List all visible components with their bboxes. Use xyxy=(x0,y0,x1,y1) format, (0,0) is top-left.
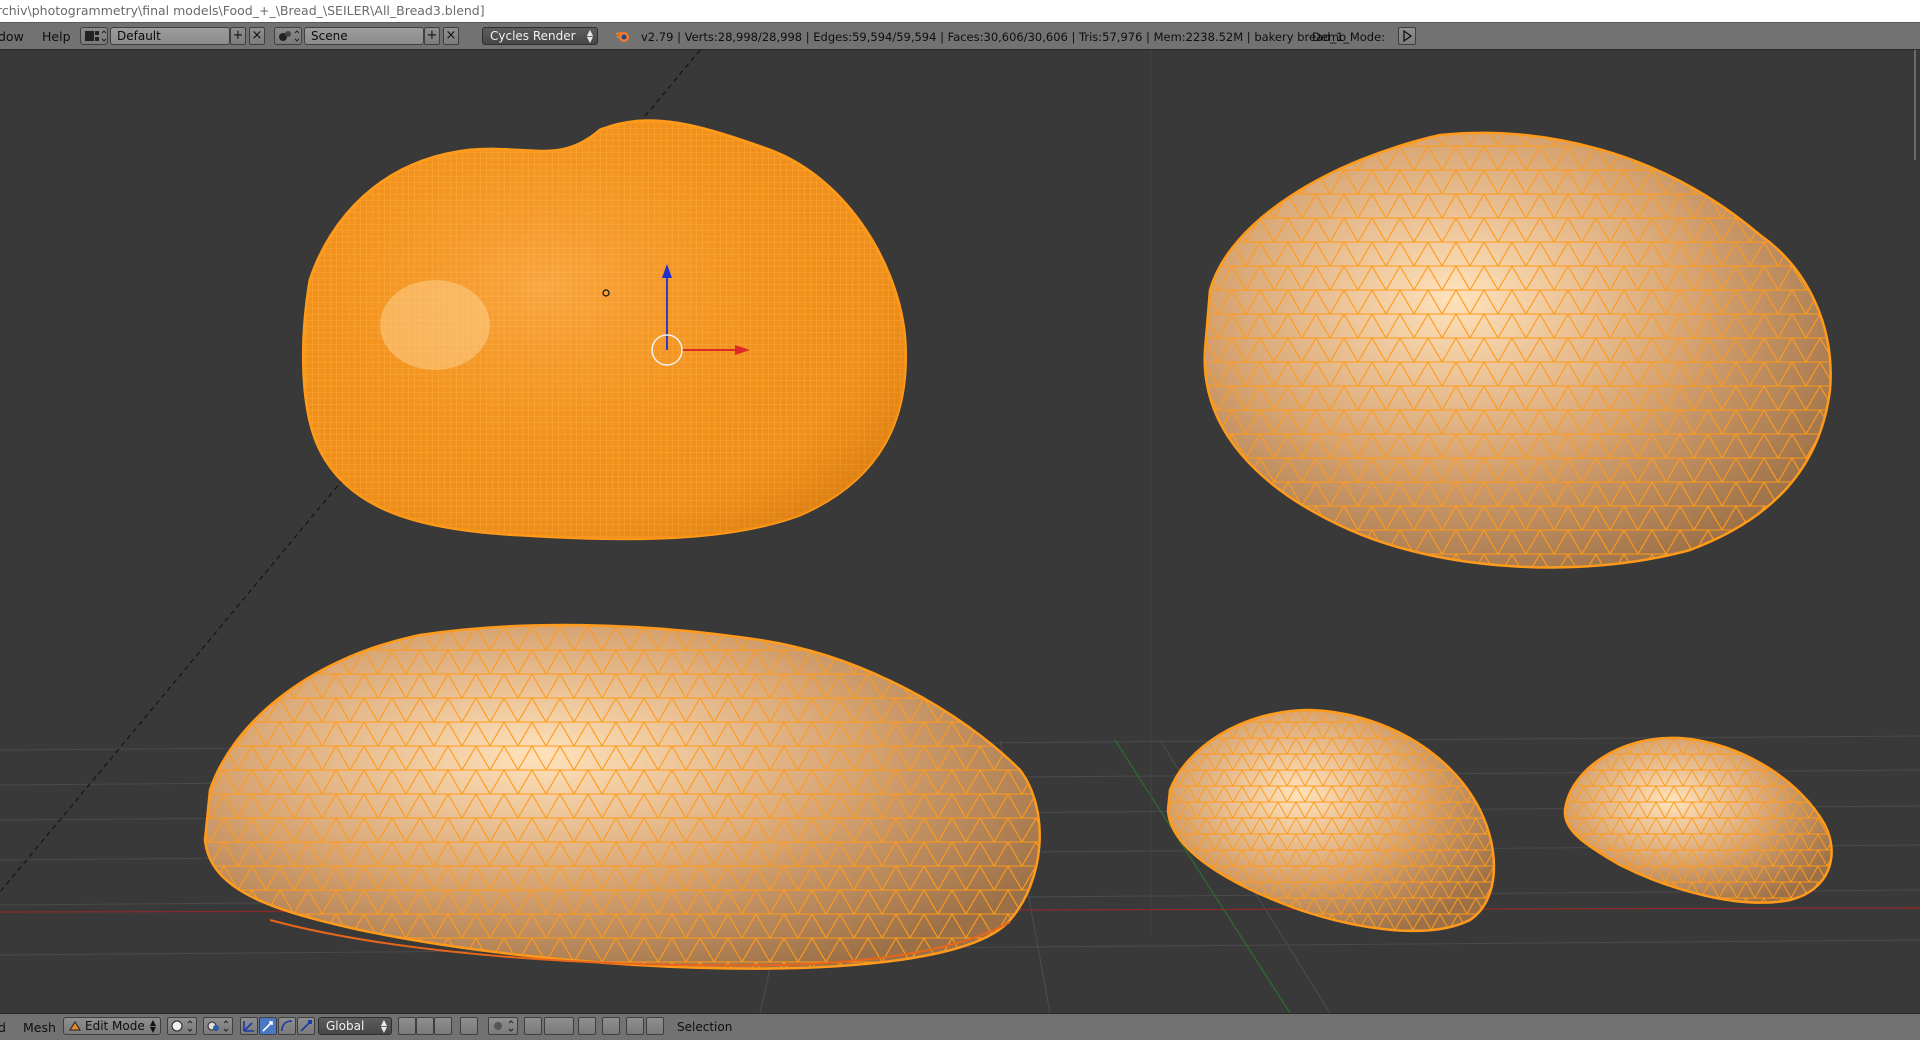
selection-label: Selection xyxy=(677,1020,733,1034)
screen-layout-name[interactable]: Default xyxy=(110,27,230,45)
transform-orientation-label: Global xyxy=(326,1019,365,1033)
play-icon[interactable] xyxy=(1398,27,1416,45)
proportional-edit-icon[interactable] xyxy=(488,1017,518,1035)
info-header: dow Help Default + × Scene + × Cycles Re… xyxy=(0,22,1920,50)
snap-element-icon[interactable] xyxy=(544,1017,574,1035)
close-icon[interactable]: × xyxy=(249,27,265,45)
viewport-canvas[interactable] xyxy=(0,50,1920,1013)
scene-name[interactable]: Scene xyxy=(304,27,424,45)
window-title: rchiv\photogrammetry\final models\Food_+… xyxy=(0,3,485,18)
bread-mesh-selected xyxy=(301,119,908,541)
opengl-render-icon[interactable] xyxy=(626,1017,644,1035)
render-engine-label: Cycles Render xyxy=(490,29,576,43)
opengl-animation-icon[interactable] xyxy=(646,1017,664,1035)
screen-layout-icon xyxy=(85,30,107,42)
render-preview-icon[interactable] xyxy=(602,1017,620,1035)
transform-orientation-dropdown[interactable]: Global ▲ ▼ xyxy=(318,1017,392,1035)
scene-icon xyxy=(279,30,300,42)
shading-icon[interactable] xyxy=(167,1017,197,1035)
mode-icon xyxy=(69,1021,81,1031)
menu-help[interactable]: Help xyxy=(42,29,71,44)
blender-logo-icon xyxy=(615,32,629,42)
add-icon[interactable]: + xyxy=(424,27,440,45)
occlude-geometry-icon[interactable] xyxy=(460,1017,478,1035)
close-icon[interactable]: × xyxy=(443,27,459,45)
vertex-select-icon[interactable] xyxy=(398,1017,416,1035)
3d-viewport[interactable] xyxy=(0,50,1920,1013)
manipulator-icon[interactable] xyxy=(240,1017,258,1035)
menu-mesh[interactable]: Mesh xyxy=(23,1020,56,1035)
demo-mode-label: Demo Mode: xyxy=(1312,30,1386,44)
face-select-icon[interactable] xyxy=(434,1017,452,1035)
chevron-updown-icon: ▲ ▼ xyxy=(380,1018,387,1034)
mode-label: Edit Mode xyxy=(85,1019,145,1033)
render-engine-dropdown[interactable]: Cycles Render ▲ ▼ xyxy=(482,27,598,45)
scene-selector[interactable] xyxy=(274,27,302,45)
layer-icon[interactable] xyxy=(578,1017,596,1035)
chevron-updown-icon: ▲ ▼ xyxy=(586,28,593,44)
snap-icon[interactable] xyxy=(524,1017,542,1035)
bread-mesh-top-right xyxy=(1203,131,1832,569)
scene-statistics: v2.79 | Verts:28,998/28,998 | Edges:59,5… xyxy=(641,30,1350,44)
screen-layout-selector[interactable] xyxy=(80,27,108,45)
rotate-manipulator-icon[interactable] xyxy=(278,1017,296,1035)
view3d-header: d Mesh Edit Mode ▲ ▼ Global ▲ ▼ Selection xyxy=(0,1013,1920,1040)
translate-manipulator-icon[interactable] xyxy=(259,1017,277,1035)
edge-select-icon[interactable] xyxy=(416,1017,434,1035)
window-title-bar: rchiv\photogrammetry\final models\Food_+… xyxy=(0,0,1920,22)
bread-mesh-long-loaf xyxy=(203,623,1041,970)
menu-add[interactable]: d xyxy=(0,1020,6,1035)
mode-dropdown[interactable]: Edit Mode ▲ ▼ xyxy=(63,1017,161,1035)
bread-mesh-small-2 xyxy=(1563,736,1833,904)
pivot-icon[interactable] xyxy=(203,1017,233,1035)
chevron-updown-icon: ▲ ▼ xyxy=(149,1018,156,1034)
add-icon[interactable]: + xyxy=(230,27,246,45)
menu-window[interactable]: dow xyxy=(0,29,24,44)
scale-manipulator-icon[interactable] xyxy=(297,1017,315,1035)
